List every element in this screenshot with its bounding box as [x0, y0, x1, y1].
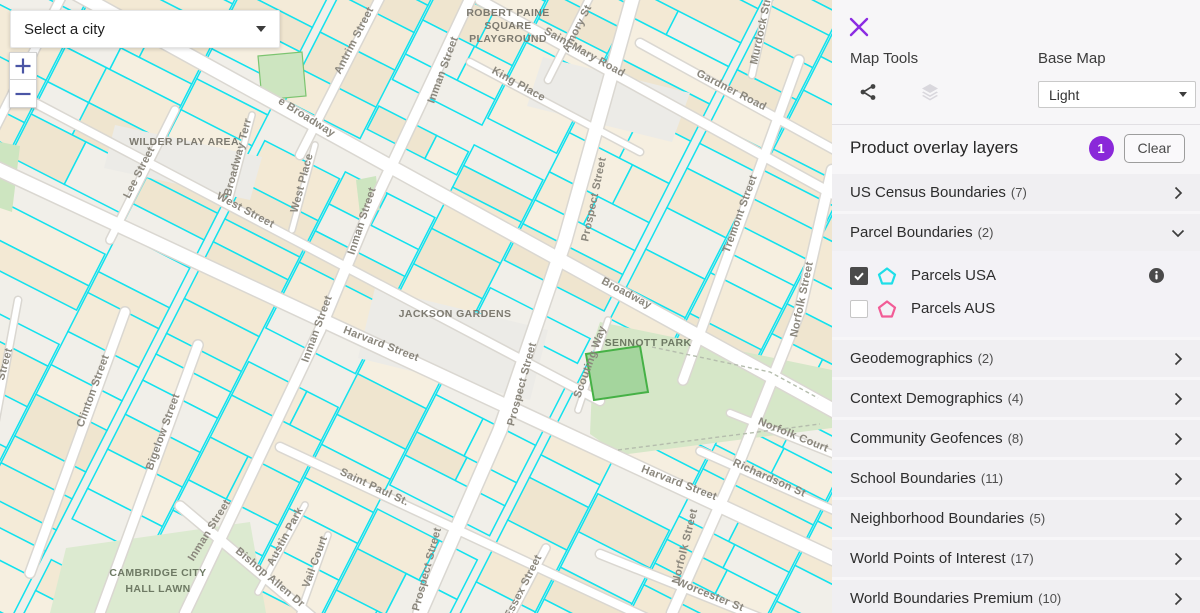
- plus-icon: [10, 53, 36, 79]
- map-canvas[interactable]: Antrim StreetInman StreetAmory StMurdock…: [0, 0, 832, 613]
- overlay-layers-list: Product overlay layers 1 Clear US Census…: [832, 124, 1200, 613]
- clear-button[interactable]: Clear: [1124, 134, 1185, 163]
- area-label: PLAYGROUND: [469, 33, 547, 45]
- chevron-right-icon: [1170, 185, 1186, 201]
- zoom-out-button[interactable]: [9, 80, 37, 108]
- layer-item-parcels-usa[interactable]: Parcels USA: [832, 259, 1200, 292]
- base-map-select[interactable]: Light: [1038, 81, 1196, 108]
- pentagon-icon-parcels-usa: [877, 266, 897, 286]
- chevron-down-icon: [1179, 92, 1187, 97]
- park-label: SENNOTT PARK: [605, 337, 692, 349]
- section-us-census-boundaries[interactable]: US Census Boundaries (7): [832, 174, 1200, 211]
- section-community-geofences[interactable]: Community Geofences (8): [832, 420, 1200, 457]
- city-selector-value: Select a city: [24, 21, 105, 38]
- map-tools-label: Map Tools: [850, 50, 918, 67]
- area-label: JACKSON GARDENS: [399, 308, 512, 320]
- chevron-right-icon: [1170, 511, 1186, 527]
- overlay-header: Product overlay layers 1 Clear: [832, 125, 1200, 171]
- base-map-value: Light: [1049, 87, 1079, 103]
- area-label: WILDER PLAY AREA: [129, 136, 239, 148]
- section-neighborhood-boundaries[interactable]: Neighborhood Boundaries (5): [832, 500, 1200, 537]
- close-icon[interactable]: [846, 14, 872, 40]
- zoom-in-button[interactable]: [9, 52, 37, 80]
- layers-panel: Map Tools Base Map Light Product overl: [832, 0, 1200, 613]
- city-selector[interactable]: Select a city: [10, 10, 280, 48]
- chevron-right-icon: [1170, 351, 1186, 367]
- section-world-points-of-interest[interactable]: World Points of Interest (17): [832, 540, 1200, 577]
- chevron-right-icon: [1170, 431, 1186, 447]
- section-school-boundaries[interactable]: School Boundaries (11): [832, 460, 1200, 497]
- minus-icon: [10, 81, 36, 107]
- check-icon: [853, 270, 865, 282]
- overlay-title: Product overlay layers: [850, 138, 1018, 158]
- park-label: CAMBRIDGE CITY: [109, 567, 206, 579]
- chevron-right-icon: [1170, 551, 1186, 567]
- area-label: ROBERT PAINE: [466, 7, 549, 19]
- section-parcel-boundaries[interactable]: Parcel Boundaries (2): [832, 214, 1200, 251]
- chevron-right-icon: [1170, 591, 1186, 607]
- section-context-demographics[interactable]: Context Demographics (4): [832, 380, 1200, 417]
- pentagon-icon-parcels-aus: [877, 299, 897, 319]
- map-area: Antrim StreetInman StreetAmory StMurdock…: [0, 0, 832, 613]
- info-icon[interactable]: [1149, 268, 1164, 283]
- share-icon[interactable]: [858, 82, 878, 102]
- chevron-down-icon: [256, 26, 266, 32]
- layers-icon[interactable]: [920, 82, 940, 102]
- zoom-controls: [9, 52, 37, 108]
- layer-label: Parcels USA: [911, 267, 996, 284]
- layer-item-parcels-aus[interactable]: Parcels AUS: [832, 292, 1200, 325]
- checkbox-checked[interactable]: [850, 267, 868, 285]
- parcel-boundaries-expanded: Parcels USA Parcels AUS: [832, 251, 1200, 337]
- app: Antrim StreetInman StreetAmory StMurdock…: [0, 0, 1200, 613]
- base-map-label: Base Map: [1038, 50, 1106, 67]
- chevron-right-icon: [1170, 471, 1186, 487]
- checkbox-unchecked[interactable]: [850, 300, 868, 318]
- chevron-down-icon: [1170, 225, 1186, 241]
- section-geodemographics[interactable]: Geodemographics (2): [832, 340, 1200, 377]
- section-world-boundaries-premium[interactable]: World Boundaries Premium (10): [832, 580, 1200, 613]
- active-layers-badge: 1: [1089, 136, 1114, 161]
- park-label: HALL LAWN: [125, 583, 190, 595]
- chevron-right-icon: [1170, 391, 1186, 407]
- area-label: SQUARE: [484, 20, 531, 32]
- layer-label: Parcels AUS: [911, 300, 995, 317]
